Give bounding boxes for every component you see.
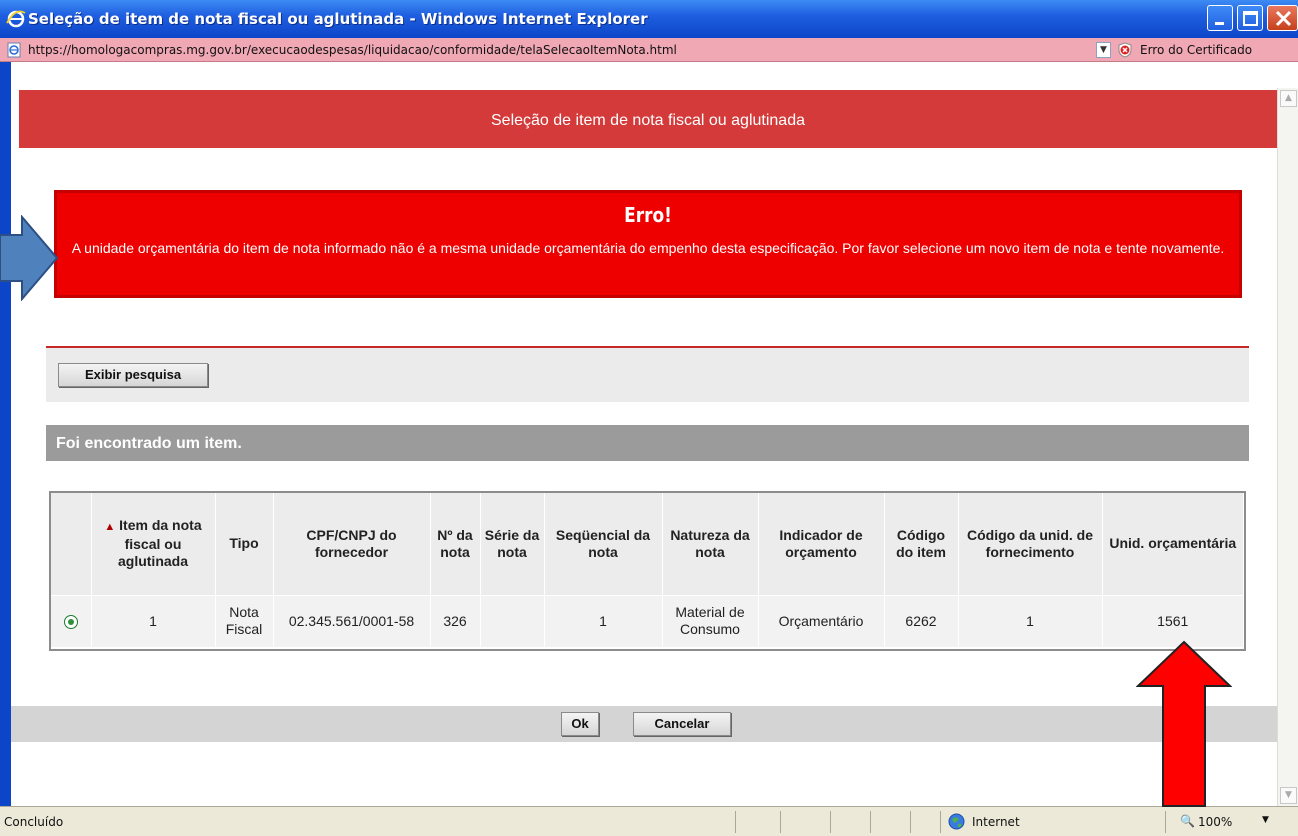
- status-text: Concluído: [4, 815, 64, 829]
- cell-tipo: Nota Fiscal: [215, 594, 274, 647]
- header-numero[interactable]: Nº da nota: [430, 493, 481, 595]
- table-row[interactable]: 1 Nota Fiscal 02.345.561/0001-58 326 1 M…: [51, 594, 1244, 647]
- scroll-down-icon[interactable]: ▼: [1280, 787, 1297, 804]
- cert-error-label[interactable]: Erro do Certificado: [1140, 43, 1252, 57]
- show-search-button[interactable]: Exibir pesquisa: [58, 363, 208, 387]
- page-content: Seleção de item de nota fiscal ou agluti…: [11, 62, 1277, 806]
- status-separator: [1165, 811, 1166, 833]
- header-natureza[interactable]: Natureza da nota: [662, 493, 759, 595]
- radio-selected-icon[interactable]: [63, 615, 78, 630]
- zone-label[interactable]: Internet: [972, 815, 1020, 829]
- url-text[interactable]: https://homologacompras.mg.gov.br/execuc…: [28, 43, 677, 57]
- sort-asc-icon: ▲: [104, 521, 116, 534]
- cell-natureza: Material de Consumo: [662, 594, 759, 647]
- zoom-icon[interactable]: 🔍: [1180, 814, 1195, 828]
- header-codigo-unid[interactable]: Código da unid. de fornecimento: [958, 493, 1103, 595]
- cell-serie: [480, 594, 545, 647]
- internet-zone-icon[interactable]: [948, 813, 965, 830]
- maximize-button[interactable]: [1237, 5, 1263, 31]
- cell-sequencial: 1: [544, 594, 663, 647]
- status-separator: [830, 811, 831, 833]
- cell-numero: 326: [430, 594, 481, 647]
- cell-unid-orcamentaria: 1561: [1102, 594, 1244, 647]
- cell-indicador: Orçamentário: [758, 594, 885, 647]
- close-icon: [1275, 10, 1292, 27]
- header-indicador[interactable]: Indicador de orçamento: [758, 493, 885, 595]
- page-title: Seleção de item de nota fiscal ou agluti…: [19, 90, 1277, 148]
- minimize-icon: [1215, 22, 1224, 25]
- cell-codigo-unid: 1: [958, 594, 1103, 647]
- vertical-scrollbar[interactable]: ▲ ▼: [1277, 88, 1298, 806]
- address-dropdown-icon[interactable]: ▼: [1096, 42, 1111, 58]
- error-message: A unidade orçamentária do item de nota i…: [71, 240, 1225, 256]
- header-codigo-item[interactable]: Código do item: [884, 493, 959, 595]
- error-title: Erro!: [624, 203, 672, 227]
- address-bar[interactable]: https://homologacompras.mg.gov.br/execuc…: [0, 38, 1298, 62]
- scroll-up-icon[interactable]: ▲: [1280, 90, 1297, 107]
- window-title: Seleção de item de nota fiscal ou agluti…: [28, 10, 648, 28]
- header-sequencial[interactable]: Seqüencial da nota: [544, 493, 663, 595]
- result-count: Foi encontrado um item.: [46, 425, 1249, 461]
- status-separator: [780, 811, 781, 833]
- header-cpf-cnpj[interactable]: CPF/CNPJ do fornecedor: [273, 493, 431, 595]
- search-panel: Exibir pesquisa: [46, 348, 1249, 402]
- ok-button[interactable]: Ok: [561, 712, 599, 736]
- header-tipo[interactable]: Tipo: [215, 493, 274, 595]
- header-serie[interactable]: Série da nota: [480, 493, 545, 595]
- ie-logo-icon: [6, 10, 26, 28]
- row-select-radio[interactable]: [51, 594, 92, 647]
- items-table: ▲ Item da nota fiscal ou aglutinada Tipo…: [49, 491, 1246, 651]
- status-bar: Concluído Internet 🔍 100% ▼: [0, 806, 1298, 836]
- maximize-icon: [1243, 11, 1258, 26]
- status-separator: [870, 811, 871, 833]
- cell-cpf-cnpj: 02.345.561/0001-58: [273, 594, 431, 647]
- cell-item: 1: [91, 594, 216, 647]
- error-box: Erro! A unidade orçamentária do item de …: [54, 190, 1242, 298]
- action-bar: Ok Cancelar: [11, 706, 1277, 742]
- page-icon: [7, 42, 21, 58]
- status-separator: [940, 811, 941, 833]
- header-item[interactable]: ▲ Item da nota fiscal ou aglutinada: [91, 493, 216, 595]
- window-titlebar[interactable]: Seleção de item de nota fiscal ou agluti…: [0, 0, 1298, 38]
- cell-codigo-item: 6262: [884, 594, 959, 647]
- minimize-button[interactable]: [1207, 5, 1233, 31]
- status-separator: [735, 811, 736, 833]
- zoom-dropdown-icon[interactable]: ▼: [1262, 815, 1269, 825]
- header-unid-orcamentaria[interactable]: Unid. orçamentária: [1102, 493, 1244, 595]
- cancel-button[interactable]: Cancelar: [633, 712, 731, 736]
- header-select: [51, 493, 92, 595]
- cert-error-icon[interactable]: [1117, 42, 1133, 58]
- close-button[interactable]: [1267, 5, 1298, 31]
- table-header-row: ▲ Item da nota fiscal ou aglutinada Tipo…: [51, 493, 1244, 595]
- window-frame: [0, 62, 11, 806]
- zoom-level[interactable]: 100%: [1198, 815, 1232, 829]
- status-separator: [910, 811, 911, 833]
